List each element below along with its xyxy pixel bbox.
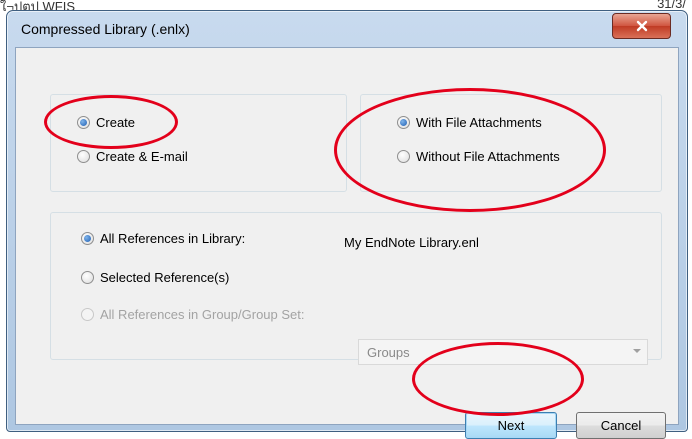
radio-selected-references-label: Selected Reference(s) <box>100 270 230 285</box>
radio-create-email-button[interactable] <box>77 150 90 163</box>
create-options-group: Create Create & E-mail <box>50 94 347 192</box>
radio-without-attachments[interactable]: Without File Attachments <box>397 149 560 164</box>
radio-all-references-button[interactable] <box>81 232 94 245</box>
group-set-dropdown-value: Groups <box>367 345 410 360</box>
dialog-titlebar[interactable]: Compressed Library (.enlx) <box>7 11 687 47</box>
radio-without-attachments-label: Without File Attachments <box>416 149 560 164</box>
group-set-dropdown: Groups <box>358 339 648 365</box>
radio-with-attachments[interactable]: With File Attachments <box>397 115 542 130</box>
dialog-client-area: Create Create & E-mail With File Attachm… <box>15 47 679 439</box>
radio-create[interactable]: Create <box>77 115 135 130</box>
radio-group-references-label: All References in Group/Group Set: <box>100 307 305 322</box>
radio-selected-references[interactable]: Selected Reference(s) <box>81 270 229 285</box>
chevron-down-icon <box>633 349 641 353</box>
compressed-library-dialog: Compressed Library (.enlx) Create Create… <box>6 10 688 439</box>
radio-with-attachments-button[interactable] <box>397 116 410 129</box>
radio-create-email[interactable]: Create & E-mail <box>77 149 188 164</box>
next-button-label: Next <box>497 418 525 433</box>
close-icon <box>636 20 647 32</box>
radio-group-references: All References in Group/Group Set: <box>81 307 305 322</box>
radio-selected-references-button[interactable] <box>81 271 94 284</box>
cancel-button[interactable]: Cancel <box>576 412 666 439</box>
radio-all-references[interactable]: All References in Library: <box>81 231 245 246</box>
library-name: My EndNote Library.enl <box>344 235 479 250</box>
next-button[interactable]: Next <box>465 412 557 439</box>
radio-create-label: Create <box>96 115 136 130</box>
radio-create-email-label: Create & E-mail <box>96 149 188 164</box>
cancel-button-label: Cancel <box>600 418 642 433</box>
radio-without-attachments-button[interactable] <box>397 150 410 163</box>
radio-all-references-label: All References in Library: <box>100 231 246 246</box>
close-button[interactable] <box>612 13 671 39</box>
dialog-title: Compressed Library (.enlx) <box>21 21 190 37</box>
attachments-options-group: With File Attachments Without File Attac… <box>360 94 662 192</box>
radio-with-attachments-label: With File Attachments <box>416 115 542 130</box>
radio-group-references-button <box>81 308 94 321</box>
radio-create-button[interactable] <box>77 116 90 129</box>
